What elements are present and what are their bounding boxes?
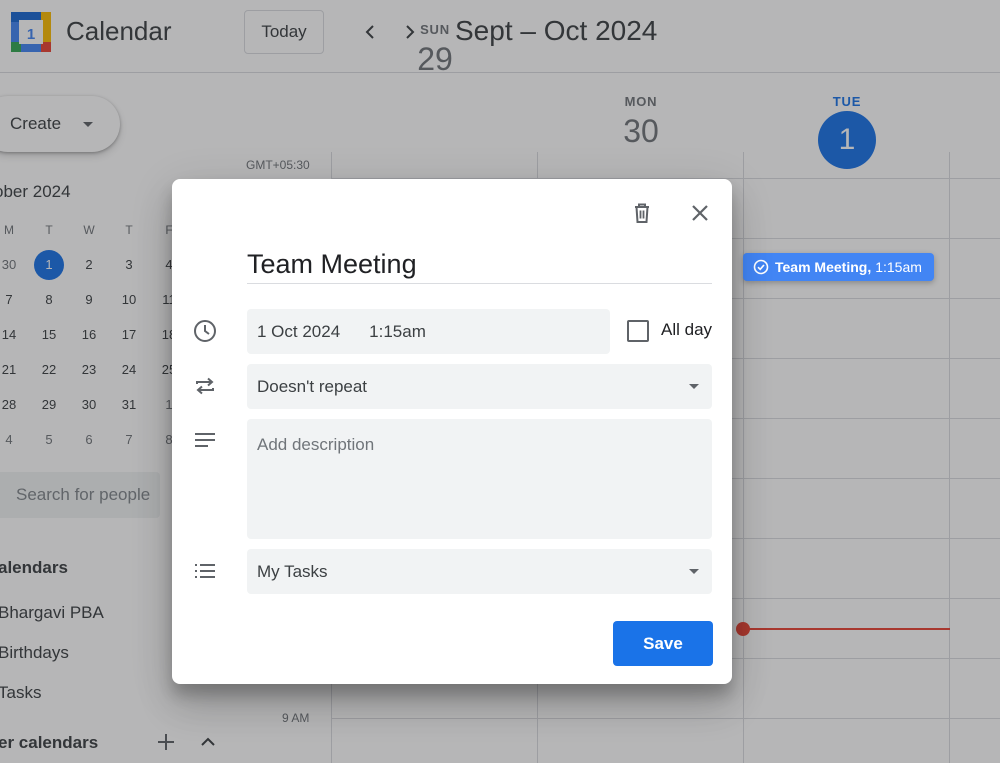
task-dialog: Team Meeting 1 Oct 2024 1:15am All day D… bbox=[172, 179, 732, 684]
description-input[interactable]: Add description bbox=[247, 419, 712, 539]
all-day-label[interactable]: All day bbox=[661, 320, 712, 340]
task-list-select[interactable]: My Tasks bbox=[247, 549, 712, 594]
task-list-value: My Tasks bbox=[257, 561, 328, 581]
repeat-icon bbox=[192, 373, 218, 399]
task-list-icon bbox=[192, 558, 218, 584]
description-icon bbox=[192, 427, 218, 453]
task-check-icon bbox=[753, 259, 769, 275]
event-chip[interactable]: Team Meeting, 1:15am bbox=[743, 253, 934, 281]
date-field[interactable]: 1 Oct 2024 bbox=[257, 322, 340, 342]
dropdown-arrow-icon bbox=[689, 383, 699, 389]
save-button[interactable]: Save bbox=[613, 621, 713, 666]
calendar-app: 1 Calendar Today Sept – Oct 2024 Create … bbox=[0, 0, 1000, 763]
event-chip-time: 1:15am bbox=[875, 259, 922, 275]
description-placeholder: Add description bbox=[257, 435, 375, 454]
title-input[interactable]: Team Meeting bbox=[247, 245, 712, 284]
clock-icon bbox=[192, 318, 218, 344]
dropdown-arrow-icon bbox=[689, 568, 699, 574]
event-chip-title: Team Meeting, bbox=[775, 259, 872, 275]
repeat-select[interactable]: Doesn't repeat bbox=[247, 364, 712, 409]
all-day-checkbox[interactable] bbox=[627, 320, 649, 342]
date-time-field: 1 Oct 2024 1:15am bbox=[247, 309, 610, 354]
close-icon[interactable] bbox=[682, 195, 718, 231]
delete-icon[interactable] bbox=[624, 195, 660, 231]
time-field[interactable]: 1:15am bbox=[369, 322, 426, 342]
repeat-value: Doesn't repeat bbox=[257, 376, 368, 396]
